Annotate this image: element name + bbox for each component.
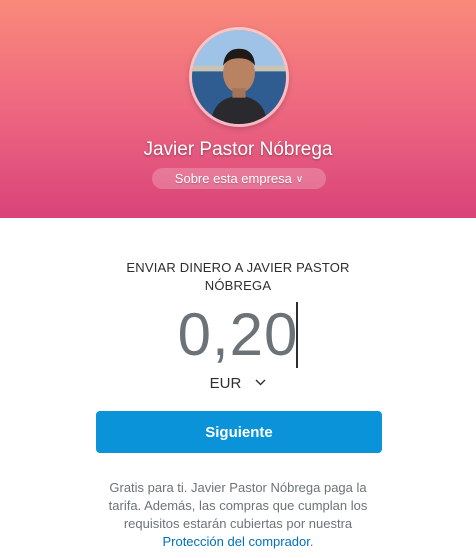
amount-field[interactable]: 0,20 [0,300,476,370]
profile-header: Javier Pastor Nóbrega Sobre esta empresa… [0,0,476,218]
chevron-down-icon [255,379,266,386]
amount-value[interactable]: 0,20 [178,300,299,370]
about-business-button[interactable]: Sobre esta empresa ∨ [152,168,326,189]
chevron-down-icon: ∨ [295,174,304,185]
avatar-photo [192,30,286,124]
fee-notice-text: Gratis para ti. Javier Pastor Nóbrega pa… [108,480,368,531]
about-business-label: Sobre esta empresa [174,171,292,186]
buyer-protection-link[interactable]: Protección del comprador [162,534,309,549]
text-cursor [296,302,298,368]
fee-notice: Gratis para ti. Javier Pastor Nóbrega pa… [98,479,378,551]
send-money-title: ENVIAR DINERO A JAVIER PASTOR NÓBREGA [126,260,350,293]
profile-name: Javier Pastor Nóbrega [143,139,333,160]
currency-code: EUR [209,375,242,392]
next-button[interactable]: Siguiente [96,411,382,453]
currency-selector[interactable]: EUR [0,375,476,392]
fee-notice-period: . [309,534,314,549]
avatar [189,27,289,127]
